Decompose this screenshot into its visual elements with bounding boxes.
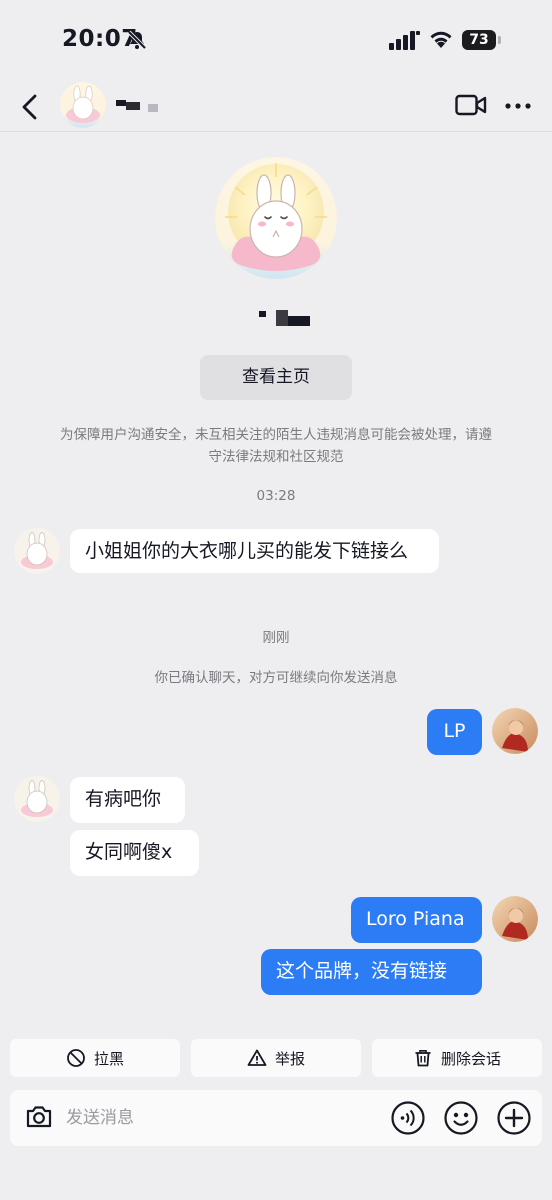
profile-avatar[interactable] [215, 157, 337, 279]
contact-avatar[interactable] [60, 82, 106, 128]
my-avatar[interactable] [492, 708, 538, 754]
incoming-message[interactable]: 有病吧你 [70, 777, 185, 823]
delete-label: 删除会话 [440, 1049, 501, 1068]
safety-notice: 为保障用户沟通安全，未互相关注的陌生人违规消息可能会被处理，请遵守法律法规和社区… [60, 427, 492, 465]
outgoing-message[interactable]: LP [427, 709, 482, 755]
block-label: 拉黑 [93, 1049, 124, 1068]
outgoing-message[interactable]: 这个品牌，没有链接 [261, 949, 482, 995]
status-bar: 20:07 73 [0, 0, 552, 80]
report-label: 举报 [274, 1049, 305, 1068]
contact-name-redacted [116, 100, 158, 112]
view-homepage-button[interactable]: 查看主页 [200, 355, 352, 400]
my-avatar[interactable] [492, 896, 538, 942]
voice-message-icon[interactable] [390, 1100, 426, 1136]
message-composer [10, 1090, 542, 1146]
delete-conversation-button[interactable]: 删除会话 [372, 1039, 542, 1077]
sender-avatar[interactable] [14, 528, 60, 574]
battery-cap [498, 36, 501, 44]
cellular-signal-icon [389, 31, 420, 50]
block-icon [67, 1049, 85, 1067]
message-timestamp: 刚刚 [262, 630, 290, 646]
trash-icon [415, 1050, 431, 1067]
warning-icon [247, 1049, 267, 1066]
block-button[interactable]: 拉黑 [10, 1039, 180, 1077]
report-button[interactable]: 举报 [191, 1039, 361, 1077]
incoming-message[interactable]: 小姐姐你的大衣哪儿买的能发下链接么 [70, 529, 439, 573]
system-message: 你已确认聊天，对方可继续向你发送消息 [154, 670, 398, 686]
video-call-icon[interactable] [455, 94, 487, 116]
more-options-icon[interactable] [504, 102, 532, 110]
message-timestamp: 03:28 [256, 488, 296, 504]
camera-icon[interactable] [24, 1102, 54, 1132]
bell-muted-icon [127, 30, 147, 50]
back-arrow-icon[interactable] [18, 92, 42, 122]
message-input[interactable] [66, 1104, 366, 1132]
incoming-message[interactable]: 女同啊傻x [70, 830, 199, 876]
wifi-icon [430, 31, 452, 48]
emoji-icon[interactable] [443, 1100, 479, 1136]
sender-avatar[interactable] [14, 776, 60, 822]
profile-name-redacted [259, 310, 310, 326]
chat-header [0, 80, 552, 132]
battery-indicator: 73 [462, 30, 496, 50]
outgoing-message[interactable]: Loro Piana [351, 897, 482, 943]
add-attachment-icon[interactable] [496, 1100, 532, 1136]
